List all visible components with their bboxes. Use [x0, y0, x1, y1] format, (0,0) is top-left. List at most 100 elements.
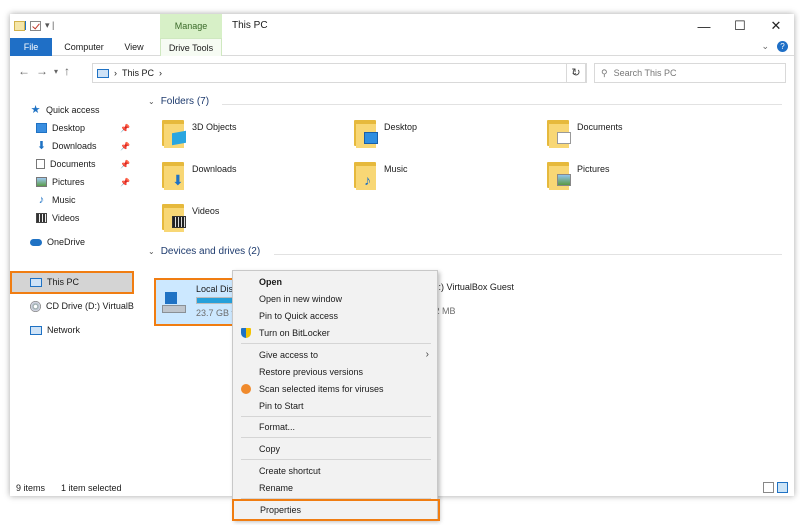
menu-item-pin-start[interactable]: Pin to Start: [233, 398, 437, 414]
sidebar-item-music[interactable]: ♪ Music: [36, 192, 76, 208]
context-menu: Open Open in new window Pin to Quick acc…: [232, 270, 440, 521]
folder-music-icon: ♪: [354, 160, 378, 190]
close-icon[interactable]: ✕: [758, 14, 794, 38]
sidebar-item-videos[interactable]: Videos: [36, 210, 79, 226]
sidebar-item-label: Music: [52, 195, 76, 205]
documents-icon: [36, 159, 45, 169]
menu-separator: [241, 343, 431, 344]
search-input[interactable]: ⚲ Search This PC: [594, 63, 786, 83]
forward-arrow-icon[interactable]: →: [36, 64, 48, 78]
large-icons-view-icon[interactable]: [777, 482, 788, 493]
sidebar-item-this-pc[interactable]: This PC: [30, 274, 79, 290]
pin-icon: 📌: [120, 159, 130, 169]
sidebar-item-label: Network: [47, 325, 81, 335]
properties-check-icon[interactable]: [30, 20, 41, 31]
menu-separator: [241, 416, 431, 417]
menu-item-restore-versions[interactable]: Restore previous versions: [233, 364, 437, 380]
folder-documents-icon: [547, 118, 571, 148]
sidebar-item-network[interactable]: Network: [30, 322, 80, 338]
pictures-icon: [36, 177, 47, 187]
folder-pictures-icon: [547, 160, 571, 190]
sidebar-item-quick-access[interactable]: ★ Quick access: [30, 102, 100, 118]
breadcrumb-separator-icon[interactable]: ›: [114, 68, 117, 78]
folder-3d-objects[interactable]: 3D Objects: [162, 118, 237, 148]
sidebar-item-desktop[interactable]: Desktop 📌: [36, 120, 130, 136]
devices-group-header[interactable]: ⌄ Devices and drives (2): [148, 246, 260, 257]
folder-music[interactable]: ♪ Music: [354, 160, 408, 190]
folder-pictures[interactable]: Pictures: [547, 160, 610, 190]
help-icon[interactable]: ?: [777, 41, 788, 52]
back-arrow-icon[interactable]: ←: [18, 64, 30, 78]
menu-item-open-new-window[interactable]: Open in new window: [233, 291, 437, 307]
tab-file[interactable]: File: [10, 38, 52, 56]
folder-documents[interactable]: Documents: [547, 118, 623, 148]
music-icon: ♪: [38, 194, 45, 206]
expand-ribbon-icon[interactable]: ⌄: [761, 41, 769, 52]
sidebar-item-pictures[interactable]: Pictures 📌: [36, 174, 130, 190]
folder-label: Music: [384, 164, 408, 174]
menu-item-pin-quick-access[interactable]: Pin to Quick access: [233, 308, 437, 324]
refresh-icon[interactable]: ↻: [566, 63, 586, 83]
folders-group-header[interactable]: ⌄ Folders (7): [148, 96, 209, 107]
sidebar-item-label: Documents: [50, 159, 96, 169]
sidebar-item-onedrive[interactable]: OneDrive: [30, 234, 85, 250]
window-title: This PC: [232, 20, 268, 31]
navigation-bar: ← → ▾ ↑ › This PC › ⌄ ↻ ⚲ Search This PC: [10, 60, 794, 86]
menu-item-bitlocker[interactable]: Turn on BitLocker: [233, 325, 437, 341]
folder-videos[interactable]: Videos: [162, 202, 219, 232]
divider: [222, 104, 782, 105]
ribbon-tabs: File Computer View Drive Tools ⌄ ?: [10, 38, 794, 56]
sidebar-item-label: Videos: [52, 213, 80, 223]
manage-context-tab[interactable]: Manage: [160, 14, 222, 38]
menu-item-create-shortcut[interactable]: Create shortcut: [233, 463, 437, 479]
antivirus-icon: [241, 384, 251, 394]
folder-desktop[interactable]: Desktop: [354, 118, 417, 148]
menu-item-properties[interactable]: Properties: [232, 499, 440, 521]
group-title: Devices and drives (2): [160, 246, 261, 257]
group-title: Folders (7): [160, 96, 210, 107]
sidebar-item-downloads[interactable]: ⬇ Downloads 📌: [36, 138, 130, 154]
minimize-icon[interactable]: —: [686, 14, 722, 38]
navigation-pane: ★ Quick access Desktop 📌 ⬇ Downloads 📌 D…: [10, 92, 140, 482]
shield-icon: [241, 328, 251, 338]
tab-computer[interactable]: Computer: [58, 38, 110, 56]
sidebar-item-label: Pictures: [52, 177, 85, 187]
breadcrumb-this-pc[interactable]: This PC: [122, 68, 154, 78]
sidebar-item-label: Quick access: [46, 105, 100, 115]
tab-view[interactable]: View: [116, 38, 152, 56]
folder-label: Downloads: [192, 164, 237, 174]
menu-item-copy[interactable]: Copy: [233, 441, 437, 457]
search-placeholder: Search This PC: [613, 68, 677, 78]
qat-dropdown-icon[interactable]: ▾ |: [45, 20, 54, 31]
menu-item-label: Scan selected items for viruses: [259, 384, 384, 394]
menu-separator: [241, 437, 431, 438]
maximize-icon[interactable]: ☐: [722, 14, 758, 38]
star-icon: ★: [30, 104, 41, 116]
address-bar[interactable]: › This PC › ⌄: [92, 63, 587, 83]
folder-3d-objects-icon: [162, 118, 186, 148]
details-view-icon[interactable]: [763, 482, 774, 493]
sidebar-item-documents[interactable]: Documents 📌: [36, 156, 130, 172]
title-bar: ▾ | Manage This PC — ☐ ✕: [10, 14, 794, 38]
breadcrumb-separator-icon[interactable]: ›: [159, 68, 162, 78]
folder-label: Documents: [577, 122, 623, 132]
menu-item-give-access[interactable]: Give access to ›: [233, 347, 437, 363]
menu-item-format[interactable]: Format...: [233, 419, 437, 435]
nav-arrows: ← → ▾ ↑: [18, 64, 70, 78]
desktop-icon: [36, 123, 47, 133]
menu-item-label: Turn on BitLocker: [259, 328, 330, 338]
recent-locations-icon[interactable]: ▾: [54, 67, 58, 76]
sidebar-item-label: Downloads: [52, 141, 97, 151]
sidebar-item-cd-drive[interactable]: CD Drive (D:) VirtualB: [30, 298, 134, 314]
tab-drive-tools[interactable]: Drive Tools: [160, 38, 222, 56]
videos-icon: [36, 213, 47, 223]
folder-downloads[interactable]: ⬇ Downloads: [162, 160, 237, 190]
menu-item-scan-viruses[interactable]: Scan selected items for viruses: [233, 381, 437, 397]
view-toggle: [763, 482, 788, 493]
menu-item-open[interactable]: Open: [233, 274, 437, 290]
pin-icon: 📌: [120, 141, 130, 151]
menu-item-rename[interactable]: Rename: [233, 480, 437, 496]
up-arrow-icon[interactable]: ↑: [64, 64, 70, 78]
computer-icon: [30, 277, 42, 287]
new-folder-icon[interactable]: [14, 20, 25, 31]
